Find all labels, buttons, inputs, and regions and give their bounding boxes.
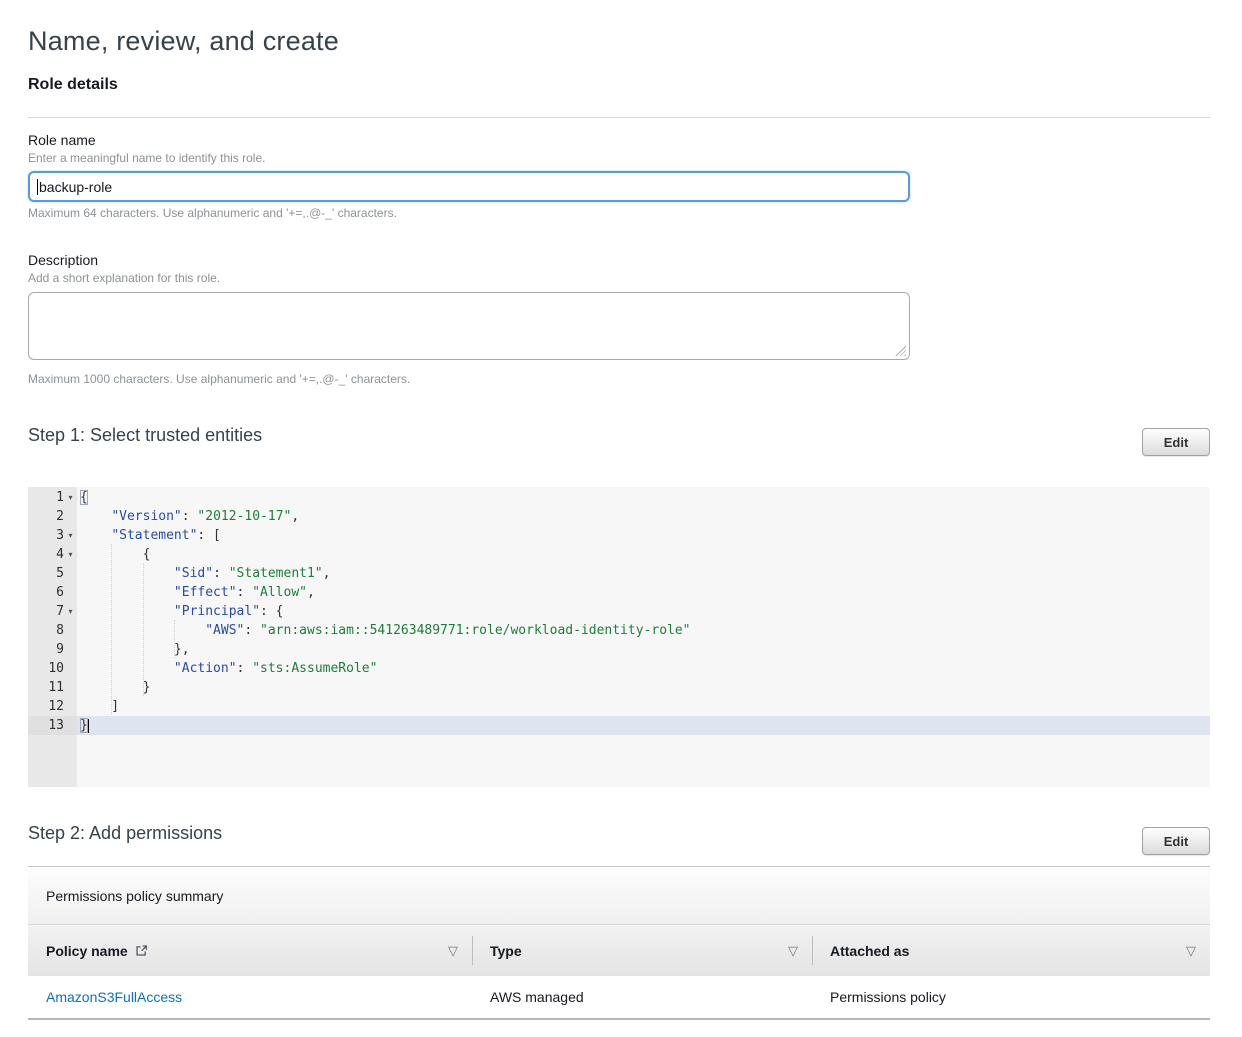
policy-table-body: AmazonS3FullAccessAWS managedPermissions… (28, 976, 1210, 1020)
role-name-help: Enter a meaningful name to identify this… (28, 151, 265, 165)
name-review-create-page: Name, review, and create Role details Ro… (0, 0, 1242, 1037)
fold-arrow-icon[interactable]: ▾ (64, 602, 77, 621)
line-number: 8 (56, 621, 64, 640)
description-help: Add a short explanation for this role. (28, 271, 220, 285)
policy-table-header: Policy name ▽ Type ▽ Attached as ▽ (28, 925, 1210, 976)
line-number: 2 (56, 507, 64, 526)
description-label: Description (28, 252, 98, 268)
editor-line[interactable]: 7▾ "Principal": { (28, 602, 1210, 621)
table-cell: AWS managed (472, 976, 812, 1018)
divider (28, 117, 1210, 118)
code-line-text: { (77, 545, 1210, 564)
line-number: 12 (48, 697, 64, 716)
column-header-type[interactable]: Type ▽ (472, 925, 812, 976)
editor-line[interactable]: 3▾ "Statement": [ (28, 526, 1210, 545)
column-header-attached-as[interactable]: Attached as ▽ (812, 925, 1210, 976)
fold-arrow-icon[interactable]: ▾ (64, 526, 77, 545)
editor-line[interactable]: 13} (28, 716, 1210, 735)
filter-icon[interactable]: ▽ (1186, 943, 1196, 959)
table-cell: Permissions policy (812, 976, 1210, 1018)
permissions-summary-panel: Permissions policy summary Policy name▽T… (28, 866, 1210, 1020)
fold-arrow-icon[interactable]: ▾ (64, 545, 77, 564)
role-name-input[interactable]: backup-role (28, 171, 910, 202)
editor-line[interactable]: 6 "Effect": "Allow", (28, 583, 1210, 602)
editor-line[interactable]: 11 } (28, 678, 1210, 697)
editor-line[interactable]: 2 "Version": "2012-10-17", (28, 507, 1210, 526)
code-line-text: }, (77, 640, 1210, 659)
step1-heading: Step 1: Select trusted entities (28, 425, 262, 446)
code-line-text: "Statement": [ (77, 526, 1210, 545)
description-constraint: Maximum 1000 characters. Use alphanumeri… (28, 372, 410, 386)
step2-heading: Step 2: Add permissions (28, 823, 222, 844)
line-number: 4 (56, 545, 64, 564)
text-caret (37, 179, 38, 195)
step1-edit-button[interactable]: Edit (1142, 428, 1210, 456)
code-line-text: "Sid": "Statement1", (77, 564, 1210, 583)
fold-arrow-icon[interactable]: ▾ (64, 488, 77, 507)
page-title: Name, review, and create (28, 26, 339, 57)
resize-handle-icon[interactable] (895, 345, 906, 356)
role-name-value: backup-role (39, 179, 112, 195)
step2-edit-button[interactable]: Edit (1142, 827, 1210, 855)
policy-editor-lines: 1▾{2 "Version": "2012-10-17",3▾ "Stateme… (28, 488, 1210, 735)
line-number: 1 (56, 488, 64, 507)
description-textarea[interactable] (28, 292, 910, 360)
editor-line[interactable]: 8 "AWS": "arn:aws:iam::541263489771:role… (28, 621, 1210, 640)
code-line-text: } (77, 678, 1210, 697)
role-details-heading: Role details (28, 76, 118, 94)
editor-line[interactable]: 1▾{ (28, 488, 1210, 507)
filter-icon[interactable]: ▽ (788, 943, 798, 959)
line-number: 5 (56, 564, 64, 583)
line-number: 10 (48, 659, 64, 678)
external-link-icon (135, 944, 148, 957)
line-number: 11 (48, 678, 64, 697)
role-name-constraint: Maximum 64 characters. Use alphanumeric … (28, 206, 397, 220)
line-number: 7 (56, 602, 64, 621)
code-line-text: "Version": "2012-10-17", (77, 507, 1210, 526)
line-number: 13 (48, 716, 64, 735)
editor-line[interactable]: 10 "Action": "sts:AssumeRole" (28, 659, 1210, 678)
column-header-policy-name[interactable]: Policy name ▽ (28, 925, 472, 976)
code-line-text: ] (77, 697, 1210, 716)
column-header-label: Type (490, 943, 522, 959)
line-number: 9 (56, 640, 64, 659)
editor-line[interactable]: 9 }, (28, 640, 1210, 659)
code-line-text: { (77, 488, 1210, 507)
editor-line[interactable]: 12 ] (28, 697, 1210, 716)
permissions-panel-title: Permissions policy summary (28, 867, 1210, 925)
code-line-text: "AWS": "arn:aws:iam::541263489771:role/w… (77, 621, 1210, 640)
code-line-text: "Principal": { (77, 602, 1210, 621)
table-row: AmazonS3FullAccessAWS managedPermissions… (28, 976, 1210, 1020)
column-header-label: Policy name (46, 943, 128, 959)
code-line-text: } (77, 716, 1210, 735)
line-number: 6 (56, 583, 64, 602)
role-name-label: Role name (28, 132, 96, 148)
policy-name-link[interactable]: AmazonS3FullAccess (28, 976, 472, 1018)
filter-icon[interactable]: ▽ (448, 943, 458, 959)
editor-line[interactable]: 5 "Sid": "Statement1", (28, 564, 1210, 583)
code-line-text: "Effect": "Allow", (77, 583, 1210, 602)
text-caret (88, 719, 89, 733)
editor-line[interactable]: 4▾ { (28, 545, 1210, 564)
line-number: 3 (56, 526, 64, 545)
policy-document-editor[interactable]: 1▾{2 "Version": "2012-10-17",3▾ "Stateme… (28, 487, 1210, 787)
code-line-text: "Action": "sts:AssumeRole" (77, 659, 1210, 678)
column-header-label: Attached as (830, 943, 909, 959)
